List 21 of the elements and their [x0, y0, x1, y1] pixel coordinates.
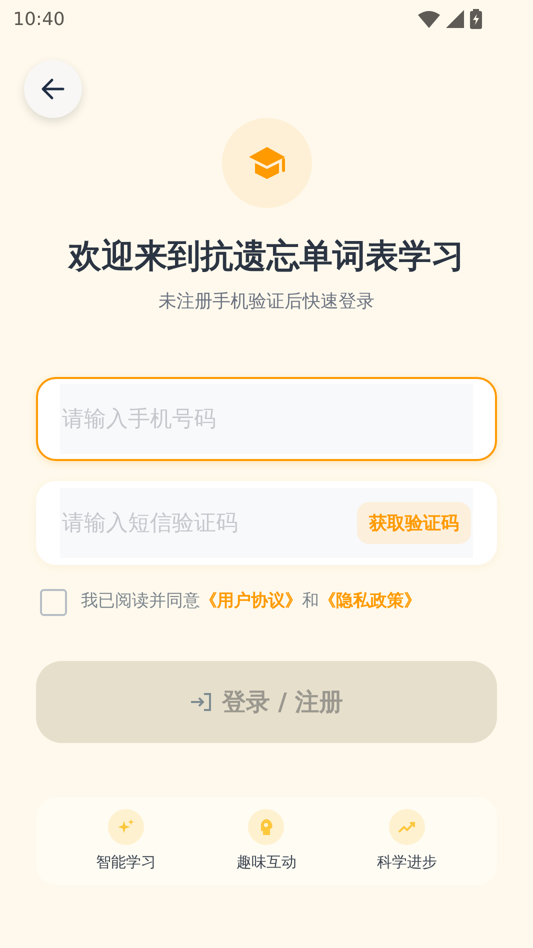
graduation-cap-icon	[248, 146, 286, 180]
battery-icon	[470, 9, 482, 29]
welcome-title: 欢迎来到抗遗忘单词表学习	[68, 235, 464, 277]
wifi-icon	[418, 10, 440, 28]
policy-link[interactable]: 《用户协议》	[200, 589, 302, 615]
get-code-button[interactable]: 获取验证码	[357, 502, 471, 544]
login-icon	[190, 691, 212, 713]
policy-link[interactable]: 《隐私政策》	[319, 589, 421, 615]
head-gear-icon	[259, 818, 274, 835]
status-time: 10:40	[13, 8, 65, 32]
signal-icon	[446, 10, 464, 28]
agreement-text: 我已阅读并同意	[81, 590, 200, 614]
back-arrow-icon	[41, 78, 65, 100]
agreement-text: 和	[302, 590, 319, 614]
sparkles-icon	[118, 818, 134, 835]
subtitle: 未注册手机验证后快速登录	[158, 290, 374, 314]
agreement-checkbox[interactable]	[40, 588, 67, 616]
feature-label: 趣味互动	[236, 852, 296, 873]
feature-label: 智能学习	[96, 852, 156, 873]
feature-label: 科学进步	[376, 852, 437, 873]
trending-up-icon	[398, 820, 416, 833]
